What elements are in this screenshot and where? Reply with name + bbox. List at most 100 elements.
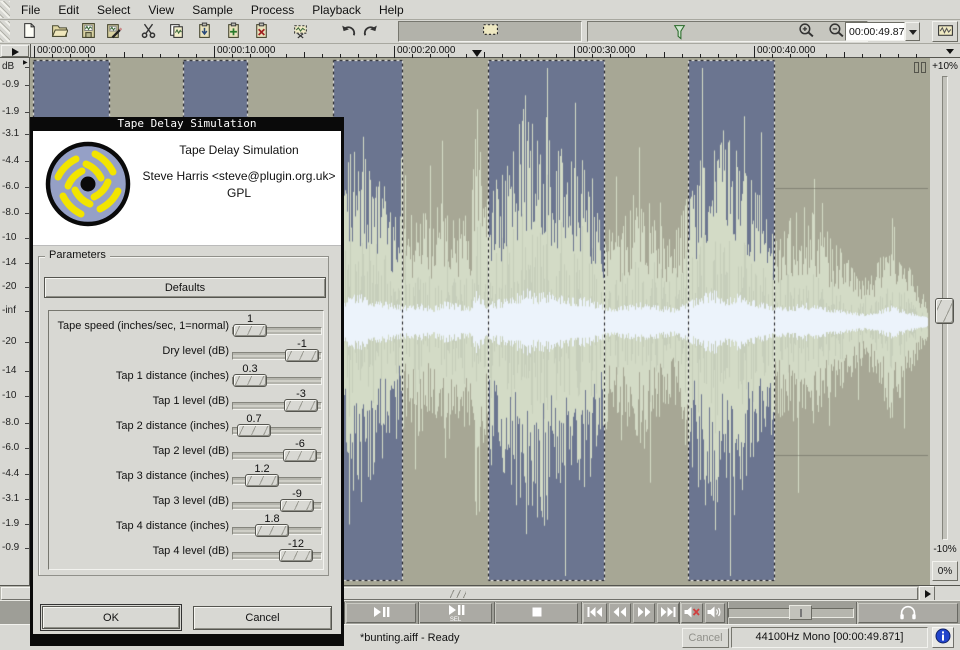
cut-button[interactable] (135, 22, 161, 42)
mute-button[interactable] (681, 603, 703, 623)
timeline-ruler[interactable]: 00:00:00.000 00:00:10.000 00:00:20.000 00:0… (30, 44, 930, 58)
slider-handle[interactable] (233, 374, 267, 387)
menu-sample[interactable]: Sample (183, 0, 242, 20)
monitor-button[interactable] (858, 603, 958, 623)
menu-edit[interactable]: Edit (49, 0, 88, 20)
cancel-button[interactable]: Cancel (682, 628, 729, 648)
db-label: -20 (2, 281, 16, 292)
record-button[interactable] (932, 21, 958, 42)
scroll-right-button[interactable] (919, 586, 935, 601)
info-button[interactable] (932, 627, 954, 648)
slider-handle[interactable] (245, 474, 279, 487)
slider-handle[interactable] (285, 349, 319, 362)
db-tick (25, 423, 29, 424)
playhead-marker-icon[interactable] (472, 50, 482, 57)
slider-handle[interactable] (237, 424, 271, 437)
db-tick (25, 448, 29, 449)
chevron-down-icon (946, 49, 954, 54)
menu-process[interactable]: Process (242, 0, 303, 20)
menubar-grip[interactable] (0, 1, 10, 18)
save-icon (80, 22, 97, 42)
menu-file[interactable]: File (12, 0, 49, 20)
paste-button[interactable] (191, 22, 217, 42)
redo-button[interactable] (357, 22, 383, 42)
pause-indicator-icon (914, 62, 927, 73)
parameters-frame-label: Parameters (45, 249, 110, 261)
scrollbar-grip-icon (450, 590, 466, 598)
skip-end-button[interactable] (657, 603, 679, 623)
menu-select[interactable]: Select (88, 0, 139, 20)
ruler-time-label: 00:00:10.000 (217, 45, 275, 56)
rewind-button[interactable] (609, 603, 631, 623)
time-dropdown-button[interactable] (905, 22, 920, 41)
zoom-reset-button[interactable]: 0% (932, 561, 958, 581)
dialog-cancel-button[interactable]: Cancel (193, 606, 332, 630)
slider-handle[interactable] (255, 524, 289, 537)
db-label: dB (2, 61, 14, 72)
time-entry[interactable]: 00:00:49.871 (845, 22, 905, 41)
speaker-button[interactable] (705, 603, 725, 623)
menu-help[interactable]: Help (370, 0, 413, 20)
menu-playback[interactable]: Playback (303, 0, 370, 20)
slider-handle[interactable] (279, 549, 313, 562)
defaults-button[interactable]: Defaults (44, 277, 326, 298)
slider-label: Tap 3 level (dB) (41, 495, 229, 507)
slider-label: Dry level (dB) (41, 345, 229, 357)
play-selection-button[interactable]: SEL (419, 603, 492, 623)
ruler-menu-button[interactable] (1, 45, 29, 57)
slider-handle[interactable] (283, 449, 317, 462)
undo-icon (340, 22, 357, 42)
fast-forward-button[interactable] (633, 603, 655, 623)
ruler-time-label: 00:00:40.000 (757, 45, 815, 56)
open-button[interactable] (46, 22, 72, 42)
db-tick (25, 134, 29, 135)
skip-start-button[interactable] (583, 603, 607, 623)
save-as-button[interactable] (100, 22, 126, 42)
db-label: -14 (2, 257, 16, 268)
toolbar: 00:00:49.871 (0, 20, 960, 44)
chevron-down-icon (909, 30, 917, 35)
db-label: -3.1 (2, 493, 19, 504)
db-label: -0.9 (2, 79, 19, 90)
volume-handle[interactable] (789, 605, 812, 620)
play-selection-tag: SEL (450, 618, 461, 623)
db-tick (25, 238, 29, 239)
paste-delete-button[interactable] (248, 22, 274, 42)
play-pause-button[interactable] (346, 603, 416, 623)
ruler-time-label: 00:00:00.000 (37, 45, 95, 56)
slider-handle[interactable] (233, 324, 267, 337)
format-info: 44100Hz Mono [00:00:49.871] (731, 627, 928, 648)
paste-delete-icon (253, 22, 270, 42)
menu-view[interactable]: View (139, 0, 183, 20)
db-tick (25, 112, 29, 113)
redo-icon (362, 22, 379, 42)
trim-button[interactable] (287, 22, 313, 42)
paste-icon (196, 22, 213, 42)
menu-bar: FileEditSelectViewSampleProcessPlaybackH… (0, 0, 960, 20)
save-as-icon (105, 22, 122, 42)
new-file-button[interactable] (16, 22, 42, 42)
db-label: -8.0 (2, 207, 19, 218)
record-window-icon (937, 22, 954, 42)
copy-button[interactable] (163, 22, 189, 42)
arrow-right-icon (12, 48, 19, 56)
slider-handle[interactable] (280, 499, 314, 512)
save-button[interactable] (75, 22, 101, 42)
ruler-time-label: 00:00:20.000 (397, 45, 455, 56)
stop-button[interactable] (495, 603, 578, 623)
db-tick (25, 396, 29, 397)
vertical-zoom-handle[interactable] (935, 298, 954, 324)
dialog-titlebar[interactable]: Tape Delay Simulation (30, 117, 344, 131)
funnel-icon (671, 24, 688, 46)
skip-end-icon (659, 605, 677, 622)
zoom-in-button[interactable] (793, 22, 819, 42)
db-label: -1.9 (2, 518, 19, 529)
toolbar-grip[interactable] (0, 21, 10, 42)
transport-separator (418, 602, 420, 624)
ok-button[interactable]: OK (42, 606, 180, 629)
slider-handle[interactable] (284, 399, 318, 412)
ruler-corner[interactable] (930, 44, 960, 58)
paste-mix-button[interactable] (220, 22, 246, 42)
plugin-author: Steve Harris <steve@plugin.org.uk> (137, 169, 341, 183)
ruler-tick (754, 46, 755, 58)
